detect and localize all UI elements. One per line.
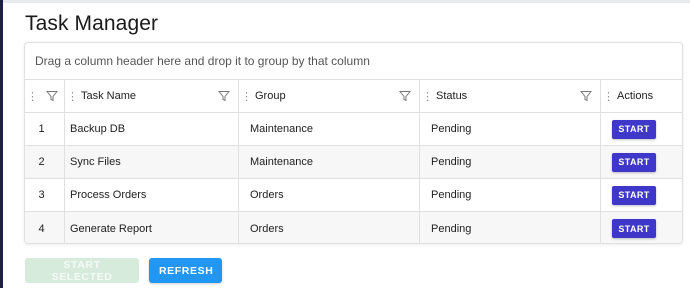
drag-handle-icon[interactable]: ⋮	[27, 90, 38, 103]
start-task-button[interactable]: START	[612, 219, 656, 238]
column-header-status[interactable]: ⋮ Status	[420, 80, 601, 112]
column-header-label: Group	[255, 90, 286, 102]
task-grid: Drag a column header here and drop it to…	[24, 42, 683, 244]
filter-icon[interactable]	[46, 90, 58, 102]
group-cell: Orders	[239, 212, 420, 243]
start-task-button[interactable]: START	[612, 185, 656, 205]
window-left-border	[0, 0, 3, 288]
column-header-actions[interactable]: ⋮ Actions	[601, 80, 682, 112]
group-panel-hint: Drag a column header here and drop it to…	[35, 54, 370, 68]
grid-header-row: ⋮ ⋮ Task Name ⋮ Group ⋮ Status ⋮ Actions	[25, 80, 682, 113]
row-number: 4	[25, 212, 65, 243]
actions-cell: START	[601, 179, 682, 211]
actions-cell: START	[601, 146, 682, 178]
actions-cell: START	[601, 113, 682, 145]
column-header-label: Actions	[617, 90, 654, 102]
row-number: 3	[25, 179, 65, 211]
group-cell: Maintenance	[239, 146, 420, 178]
table-row[interactable]: 4 Generate Report Orders Pending START	[25, 212, 682, 243]
column-header-group[interactable]: ⋮ Group	[239, 80, 420, 112]
filter-icon[interactable]	[580, 90, 592, 102]
group-drop-panel[interactable]: Drag a column header here and drop it to…	[25, 43, 682, 80]
action-bar: START SELECTED REFRESH	[25, 258, 222, 283]
drag-handle-icon[interactable]: ⋮	[603, 90, 614, 103]
task-name-cell: Sync Files	[65, 146, 239, 178]
row-number: 1	[25, 113, 65, 145]
task-name-cell: Backup DB	[65, 113, 239, 145]
start-task-button[interactable]: START	[612, 119, 656, 139]
drag-handle-icon[interactable]: ⋮	[241, 90, 252, 103]
group-cell: Maintenance	[239, 113, 420, 145]
column-header-task-name[interactable]: ⋮ Task Name	[65, 80, 239, 112]
table-row[interactable]: 3 Process Orders Orders Pending START	[25, 179, 682, 212]
table-row[interactable]: 2 Sync Files Maintenance Pending START	[25, 146, 682, 179]
status-cell: Pending	[420, 113, 601, 145]
row-number: 2	[25, 146, 65, 178]
refresh-button[interactable]: REFRESH	[149, 258, 222, 283]
drag-handle-icon[interactable]: ⋮	[422, 90, 433, 103]
table-row[interactable]: 1 Backup DB Maintenance Pending START	[25, 113, 682, 146]
filter-icon[interactable]	[218, 90, 230, 102]
drag-handle-icon[interactable]: ⋮	[67, 90, 78, 103]
start-selected-button[interactable]: START SELECTED	[25, 258, 139, 283]
column-header-label: Status	[436, 90, 468, 102]
task-name-cell: Generate Report	[65, 212, 239, 243]
status-cell: Pending	[420, 212, 601, 243]
status-cell: Pending	[420, 179, 601, 211]
filter-icon[interactable]	[399, 90, 411, 102]
actions-cell: START	[601, 212, 682, 243]
page-title: Task Manager	[25, 12, 159, 35]
task-name-cell: Process Orders	[65, 179, 239, 211]
column-header-label: Task Name	[81, 90, 137, 102]
column-header-row-number[interactable]: ⋮	[25, 80, 65, 112]
start-task-button[interactable]: START	[612, 152, 656, 172]
top-divider	[3, 0, 690, 3]
status-cell: Pending	[420, 146, 601, 178]
group-cell: Orders	[239, 179, 420, 211]
